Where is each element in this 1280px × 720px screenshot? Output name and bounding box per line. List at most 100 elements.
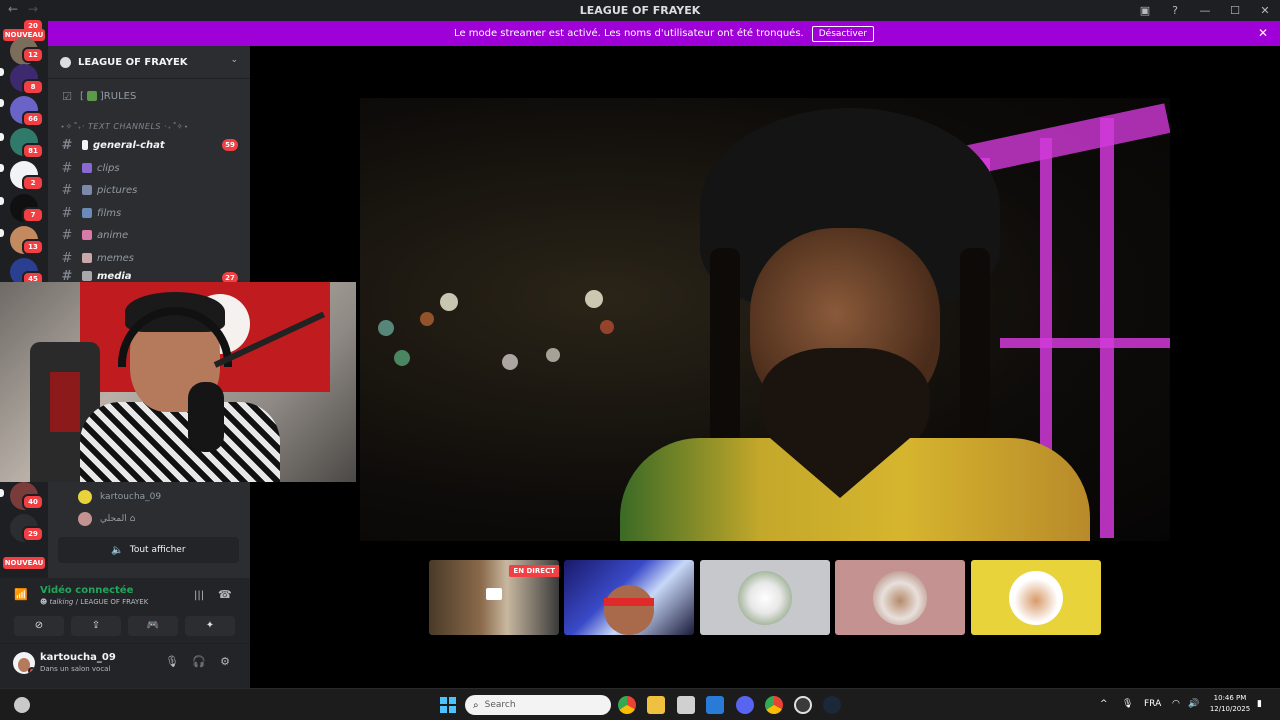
search-icon: ⌕ <box>473 699 479 711</box>
screen-share-button[interactable]: ⇪ <box>71 616 121 636</box>
hash-icon: # <box>61 182 73 198</box>
window-title: LEAGUE OF FRAYEK <box>579 4 701 17</box>
participant-tile-video[interactable] <box>564 560 694 635</box>
maximize-icon[interactable]: ☐ <box>1220 4 1250 17</box>
noise-suppression-icon[interactable]: ||| <box>194 590 204 601</box>
gear-icon[interactable]: ⚙ <box>216 655 234 668</box>
discord-icon[interactable] <box>736 696 754 714</box>
camera-off-button[interactable]: ⊘ <box>14 616 64 636</box>
guild-name: LEAGUE OF FRAYEK <box>78 56 188 68</box>
server-badge: 29 <box>22 526 44 542</box>
chrome-icon[interactable] <box>618 696 636 714</box>
store-icon[interactable] <box>677 696 695 714</box>
close-banner-icon[interactable]: ✕ <box>1258 26 1268 40</box>
avatar <box>78 512 92 526</box>
language-indicator[interactable]: FRA <box>1144 699 1161 709</box>
channel-label: memes <box>97 252 134 264</box>
channel-label: anime <box>97 229 129 241</box>
signal-icon[interactable]: 📶 <box>14 588 28 601</box>
voice-channel[interactable]: ☻ talking / LEAGUE OF FRAYEK <box>40 598 148 606</box>
hash-icon: # <box>61 270 73 282</box>
channel-label: media <box>97 270 132 282</box>
voice-member[interactable]: ⁨المحلي⁩ ⌂ <box>78 510 135 528</box>
books-icon <box>86 91 97 101</box>
start-icon[interactable] <box>440 697 456 713</box>
chrome-icon[interactable] <box>765 696 783 714</box>
channel-clips[interactable]: # clips <box>48 158 250 178</box>
voice-state[interactable]: Vidéo connectée <box>40 585 133 596</box>
channel-rules[interactable]: ☑ [ ]RULES <box>48 86 250 106</box>
volume-icon[interactable]: 🔊 <box>1188 699 1199 709</box>
participant-tile-stream[interactable]: EN DIRECT <box>429 560 559 635</box>
inbox-icon[interactable]: ▣ <box>1130 4 1160 17</box>
voice-channel-prefix: ☻ talking <box>40 598 74 606</box>
avatar <box>1009 571 1063 625</box>
channel-label: films <box>97 207 122 219</box>
wifi-icon[interactable]: ◠ <box>1172 699 1180 709</box>
show-all-button[interactable]: 🔈 Tout afficher <box>58 537 239 563</box>
unread-pip <box>0 68 4 76</box>
microphone-icon[interactable]: 🎙 <box>1122 699 1133 709</box>
channel-general-chat[interactable]: # general-chat 59 <box>48 135 250 155</box>
mention-badge: 59 <box>222 139 238 151</box>
disable-streamer-button[interactable]: Désactiver <box>811 25 874 42</box>
banner-text: Le mode streamer est activé. Les noms d'… <box>454 28 804 39</box>
channel-rules-prefix: [ <box>80 90 84 102</box>
unread-pip <box>0 229 4 237</box>
search-input[interactable]: ⌕ Search <box>465 695 611 715</box>
github-icon[interactable] <box>794 696 812 714</box>
participant-tile-avatar[interactable] <box>700 560 830 635</box>
avatar[interactable] <box>13 652 35 674</box>
chevron-up-icon[interactable]: ^ <box>1100 699 1108 709</box>
notification-icon[interactable]: ▮ <box>1257 699 1262 709</box>
voice-member[interactable]: kartoucha_09 <box>78 488 161 506</box>
headphones-icon[interactable]: 🎧 <box>190 655 208 668</box>
participant-tile-avatar[interactable] <box>835 560 965 635</box>
channel-rules-label: ]RULES <box>99 90 137 102</box>
voice-connection-panel: 📶 Vidéo connectée ☻ talking / LEAGUE OF … <box>0 578 250 644</box>
clock-date: 12/10/2025 <box>1209 705 1251 713</box>
microphone-icon[interactable]: 🎙 <box>163 655 181 668</box>
server-badge: 2 <box>22 175 44 191</box>
show-all-label: Tout afficher <box>129 545 186 555</box>
webcam-stream[interactable] <box>0 282 356 482</box>
server-badge: 7 <box>22 207 44 223</box>
channel-pictures[interactable]: # pictures <box>48 180 250 200</box>
participant-tile-avatar[interactable] <box>971 560 1101 635</box>
username[interactable]: kartoucha_09 <box>40 652 116 663</box>
channel-films[interactable]: # films <box>48 203 250 223</box>
screen-icon <box>486 588 502 600</box>
voice-member-name: kartoucha_09 <box>100 492 162 502</box>
avatar <box>78 490 92 504</box>
help-icon[interactable]: ? <box>1160 4 1190 17</box>
channel-memes[interactable]: # memes <box>48 248 250 268</box>
microphone <box>188 382 224 452</box>
meme-icon <box>82 253 92 263</box>
screen-share-stream[interactable] <box>360 98 1170 541</box>
anime-icon <box>82 230 92 240</box>
speaker-icon: 🔈 <box>111 544 124 556</box>
disconnect-icon[interactable]: ☎ <box>218 588 232 601</box>
activities-button[interactable]: 🎮 <box>128 616 178 636</box>
hash-icon: # <box>61 227 73 243</box>
voice-member-name: ⁨المحلي⁩ ⌂ <box>100 514 136 524</box>
channel-emoji-icon <box>82 140 88 150</box>
close-icon[interactable]: ✕ <box>1250 4 1280 17</box>
checkbox-icon: ☑ <box>62 89 72 103</box>
hash-icon: # <box>61 137 73 153</box>
voice-channel-name: / LEAGUE OF FRAYEK <box>75 598 149 606</box>
outlook-icon[interactable] <box>706 696 724 714</box>
channel-anime[interactable]: # anime <box>48 225 250 245</box>
folder-icon[interactable] <box>647 696 665 714</box>
category-text-channels[interactable]: ⋆✧˚₊‧ TEXT CHANNELS ‧₊˚✧⋆ <box>60 122 189 131</box>
clock[interactable]: 10:46 PM 12/10/2025 <box>1206 693 1254 715</box>
steam-icon[interactable] <box>823 696 841 714</box>
server-badge: 66 <box>22 111 44 127</box>
guild-header[interactable]: LEAGUE OF FRAYEK ⌄ <box>48 46 250 79</box>
soundboard-button[interactable]: ✦ <box>185 616 235 636</box>
minimize-icon[interactable]: — <box>1190 4 1220 17</box>
hash-icon: # <box>61 205 73 221</box>
user-panel: kartoucha_09 Dans un salon vocal 🎙 🎧 ⚙ <box>0 644 250 688</box>
channel-media[interactable]: # media 27 <box>48 270 250 282</box>
weather-icon[interactable] <box>14 697 30 713</box>
